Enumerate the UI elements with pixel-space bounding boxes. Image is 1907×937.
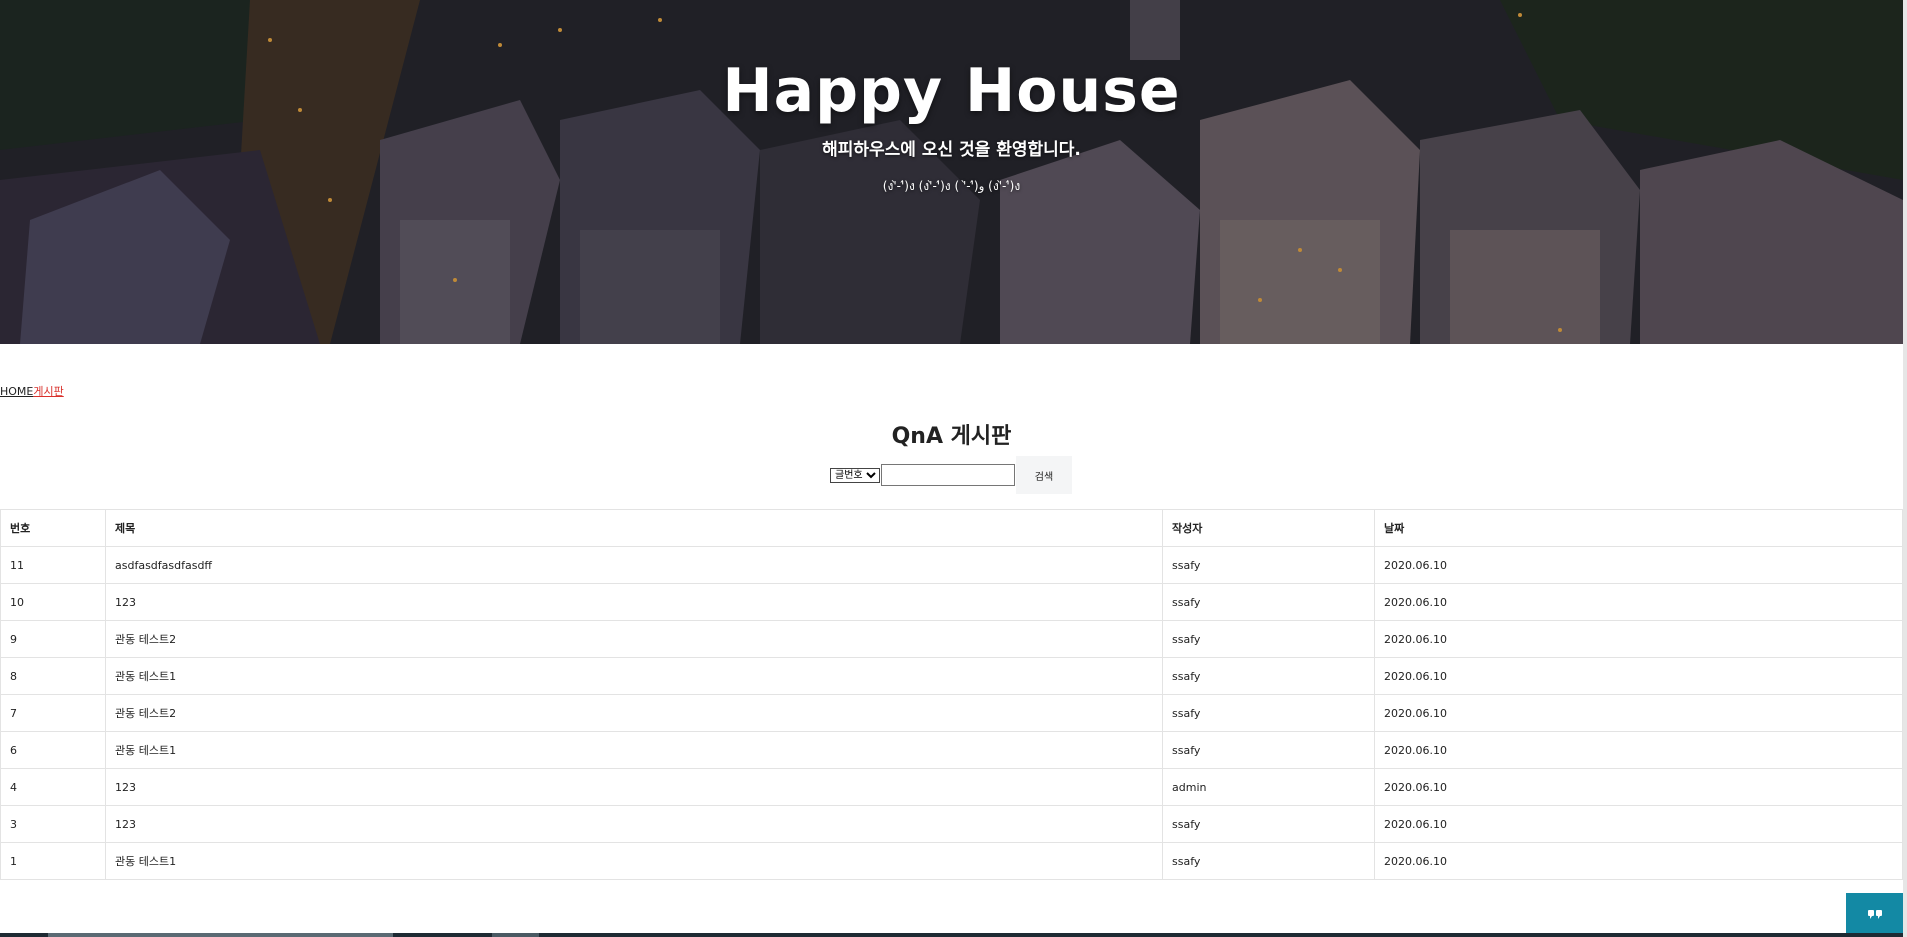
site-title: Happy House xyxy=(722,56,1181,126)
site-subtitle: 해피하우스에 오신 것을 환영합니다. xyxy=(822,140,1081,160)
row-number: 8 xyxy=(0,657,106,695)
row-title[interactable]: 관동 테스트2 xyxy=(105,620,1163,658)
row-title[interactable]: 123 xyxy=(105,583,1163,621)
row-date: 2020.06.10 xyxy=(1374,620,1903,658)
search-bar: 글번호 검색 xyxy=(830,456,1072,494)
table-row[interactable]: 8 관동 테스트1 ssafy 2020.06.10 xyxy=(0,657,1903,695)
row-title[interactable]: 관동 테스트2 xyxy=(105,694,1163,732)
row-writer: ssafy xyxy=(1162,657,1375,695)
row-date: 2020.06.10 xyxy=(1374,731,1903,769)
row-title[interactable]: 관동 테스트1 xyxy=(105,731,1163,769)
row-date: 2020.06.10 xyxy=(1374,546,1903,584)
search-input[interactable] xyxy=(881,464,1015,486)
row-writer: ssafy xyxy=(1162,546,1375,584)
footer-segment xyxy=(48,933,393,937)
row-writer: admin xyxy=(1162,768,1375,806)
row-title[interactable]: 관동 테스트1 xyxy=(105,657,1163,695)
row-date: 2020.06.10 xyxy=(1374,694,1903,732)
search-button[interactable]: 검색 xyxy=(1016,456,1072,494)
row-date: 2020.06.10 xyxy=(1374,805,1903,843)
qna-board-table: 번호 제목 작성자 날짜 11 asdfasdfasdfasdff ssafy … xyxy=(0,509,1903,880)
row-date: 2020.06.10 xyxy=(1374,768,1903,806)
row-writer: ssafy xyxy=(1162,694,1375,732)
row-title[interactable]: 관동 테스트1 xyxy=(105,842,1163,880)
column-header-title: 제목 xyxy=(105,509,1163,547)
row-date: 2020.06.10 xyxy=(1374,842,1903,880)
table-row[interactable]: 1 관동 테스트1 ssafy 2020.06.10 xyxy=(0,842,1903,880)
breadcrumb-board-link[interactable]: 게시판 xyxy=(33,385,63,398)
breadcrumb-home-link[interactable]: HOME xyxy=(0,385,33,398)
chat-icon xyxy=(1867,909,1882,919)
table-row[interactable]: 7 관동 테스트2 ssafy 2020.06.10 xyxy=(0,694,1903,732)
row-writer: ssafy xyxy=(1162,842,1375,880)
row-number: 9 xyxy=(0,620,106,658)
hero-background-image xyxy=(0,0,1903,344)
chat-button[interactable] xyxy=(1846,893,1903,934)
row-title[interactable]: asdfasdfasdfasdff xyxy=(105,546,1163,584)
row-number: 11 xyxy=(0,546,106,584)
table-row[interactable]: 9 관동 테스트2 ssafy 2020.06.10 xyxy=(0,620,1903,658)
row-writer: ssafy xyxy=(1162,731,1375,769)
page-title: QnA 게시판 xyxy=(891,424,1012,449)
row-number: 1 xyxy=(0,842,106,880)
row-number: 3 xyxy=(0,805,106,843)
table-header-row: 번호 제목 작성자 날짜 xyxy=(0,509,1903,547)
column-header-writer: 작성자 xyxy=(1162,509,1375,547)
table-row[interactable]: 3 123 ssafy 2020.06.10 xyxy=(0,805,1903,843)
row-writer: ssafy xyxy=(1162,583,1375,621)
row-title[interactable]: 123 xyxy=(105,805,1163,843)
row-writer: ssafy xyxy=(1162,805,1375,843)
row-number: 7 xyxy=(0,694,106,732)
hero-banner: Happy House 해피하우스에 오신 것을 환영합니다. (ง'̀-'́)… xyxy=(0,0,1903,344)
emoticon-line: (ง'̀-'́)ง (ง'̀-'́)ง ( '̀-'́)و (ง'̀-'́)ง xyxy=(882,179,1021,193)
search-field-select[interactable]: 글번호 xyxy=(830,467,880,483)
row-number: 4 xyxy=(0,768,106,806)
footer-segment xyxy=(492,933,539,937)
table-row[interactable]: 6 관동 테스트1 ssafy 2020.06.10 xyxy=(0,731,1903,769)
column-header-date: 날짜 xyxy=(1374,509,1903,547)
row-title[interactable]: 123 xyxy=(105,768,1163,806)
page-scrollbar[interactable] xyxy=(1903,0,1907,937)
row-number: 6 xyxy=(0,731,106,769)
breadcrumb: HOME게시판 xyxy=(0,383,64,399)
table-row[interactable]: 4 123 admin 2020.06.10 xyxy=(0,768,1903,806)
table-row[interactable]: 10 123 ssafy 2020.06.10 xyxy=(0,583,1903,621)
row-writer: ssafy xyxy=(1162,620,1375,658)
table-row[interactable]: 11 asdfasdfasdfasdff ssafy 2020.06.10 xyxy=(0,546,1903,584)
row-number: 10 xyxy=(0,583,106,621)
row-date: 2020.06.10 xyxy=(1374,583,1903,621)
row-date: 2020.06.10 xyxy=(1374,657,1903,695)
footer-strip xyxy=(0,933,1903,937)
column-header-number: 번호 xyxy=(0,509,106,547)
